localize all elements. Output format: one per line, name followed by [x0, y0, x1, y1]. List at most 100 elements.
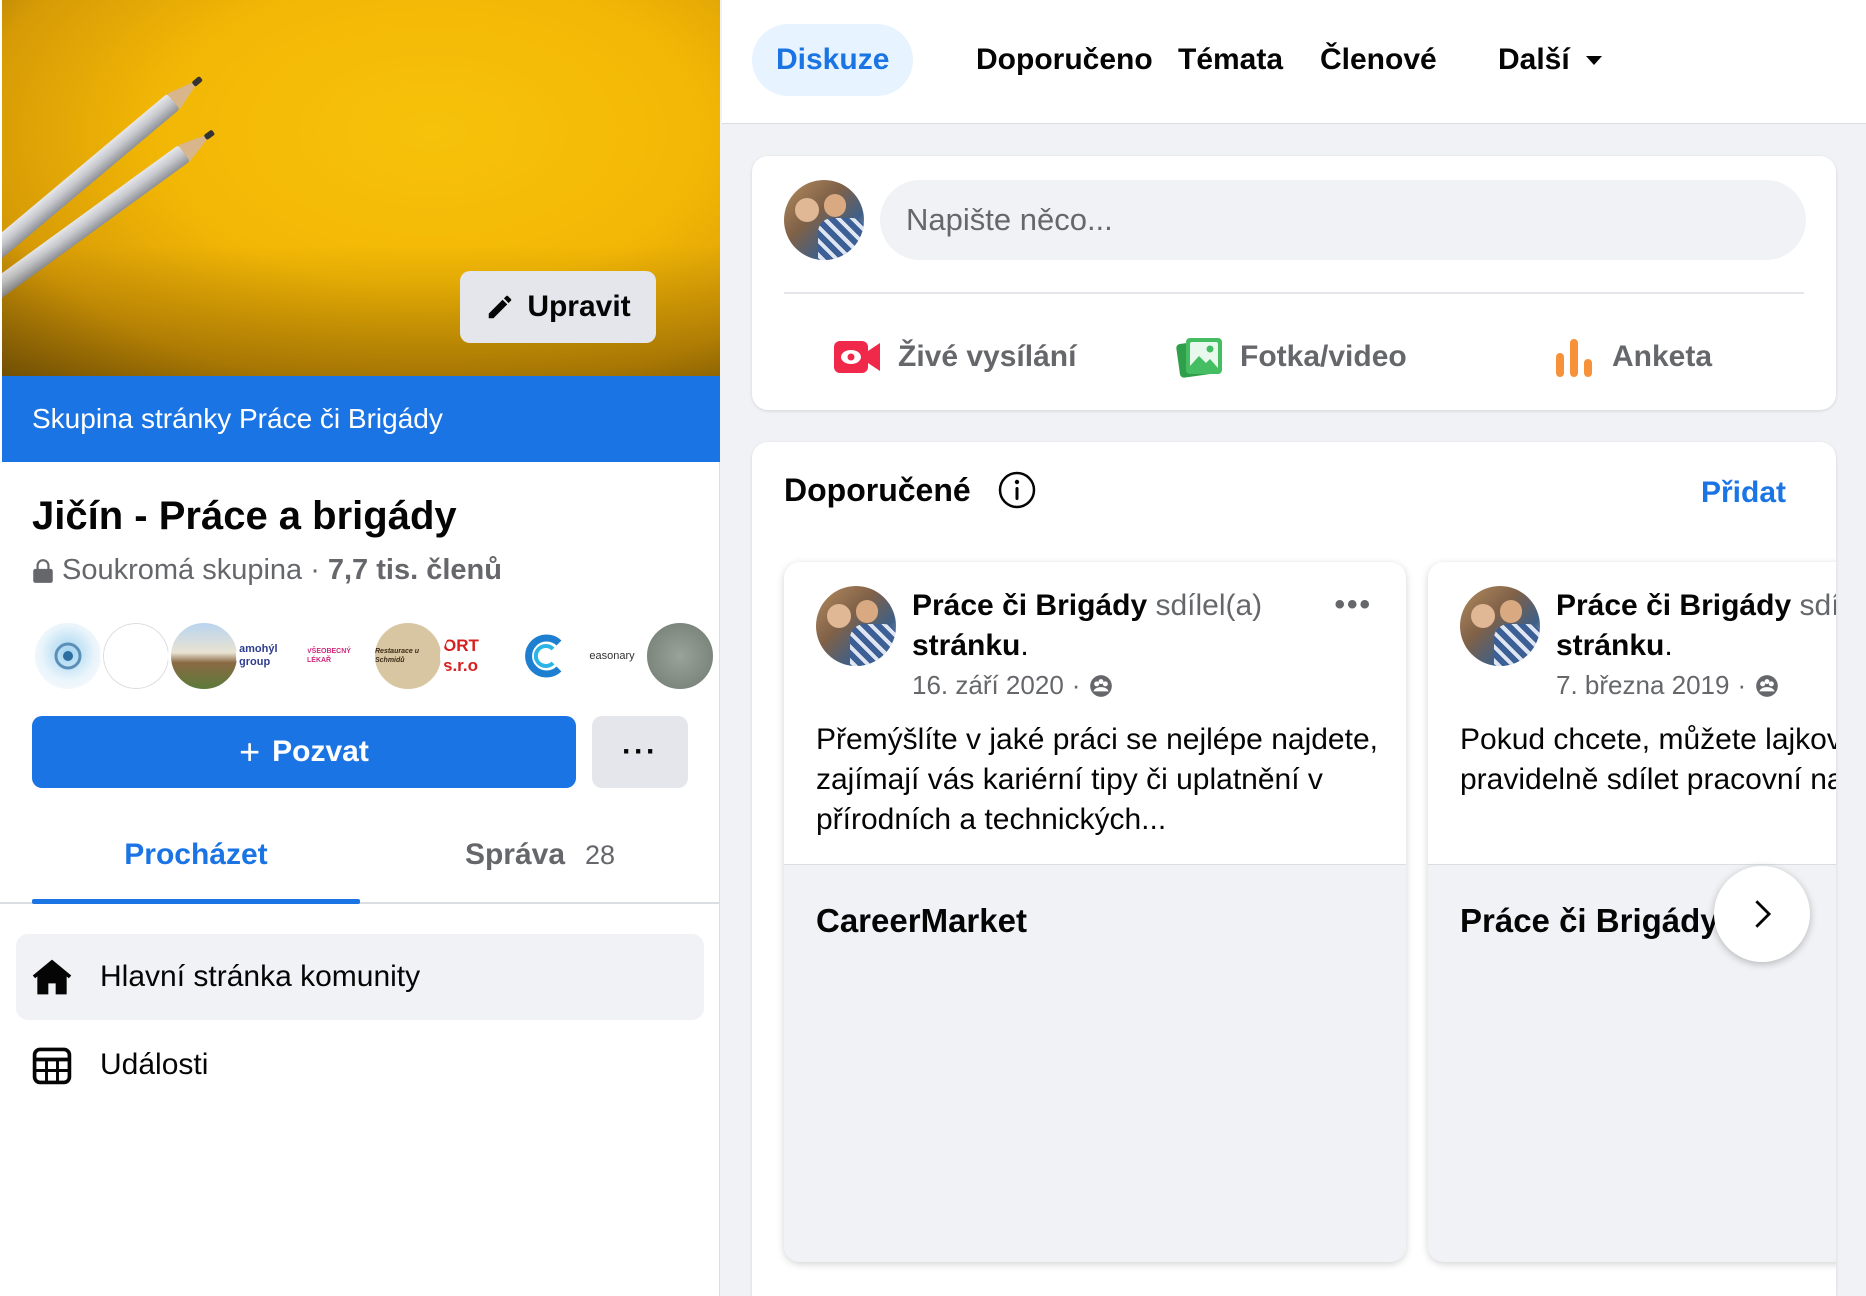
photo-video-label: Fotka/video	[1240, 340, 1407, 373]
avatar-label: amohýl group	[239, 643, 278, 668]
pencil-icon	[489, 295, 512, 319]
invite-label: Pozvat	[272, 735, 369, 768]
tab-browse[interactable]: Procházet	[32, 808, 360, 904]
poll-button[interactable]: Anketa	[1552, 324, 1712, 390]
chevron-right-icon	[1755, 900, 1772, 928]
avatar-label: Restaurace u Schmidů	[375, 648, 419, 664]
group-members-icon	[1090, 674, 1113, 697]
member-avatar[interactable]: VŠEOBECNÝ LÉKAŘ	[304, 620, 376, 692]
post-object[interactable]: stránku	[1556, 629, 1664, 662]
photo-video-button[interactable]: Fotka/video	[1176, 324, 1407, 390]
recommended-header: Doporučené	[784, 470, 1037, 510]
member-avatar[interactable]: easonary	[576, 620, 648, 692]
carousel-next-button[interactable]	[1714, 866, 1810, 962]
tab-admin-label: Správa	[464, 838, 566, 871]
sidebar-tabs: Procházet Správa 28	[0, 808, 720, 904]
live-video-label: Živé vysílání	[898, 340, 1077, 373]
poll-label: Anketa	[1612, 340, 1713, 373]
wave-logo	[525, 634, 562, 678]
post-date[interactable]: 7. března 2019	[1556, 670, 1729, 701]
post-header: Práce či Brigády sdílel(a) stránku.	[1556, 586, 1836, 666]
meta-separator: ·	[1737, 670, 1747, 700]
shared-page-name[interactable]: CareerMarket	[816, 902, 1027, 940]
tab-discussion[interactable]: Diskuze	[752, 24, 914, 96]
info-icon[interactable]	[997, 470, 1037, 510]
author-name[interactable]: Práce či Brigády	[912, 589, 1147, 622]
member-avatar[interactable]	[508, 620, 580, 692]
post-meta: 16. září 2020 ·	[912, 670, 1114, 701]
featured-post-card[interactable]: Práce či Brigády sdílel(a) stránku. ••• …	[784, 562, 1406, 1262]
member-avatar[interactable]: ORT s.r.o	[440, 620, 512, 692]
tab-label: Další	[1498, 43, 1570, 76]
author-avatar[interactable]	[816, 586, 896, 666]
avatar-label: easonary	[589, 650, 635, 662]
meta-separator: ·	[1071, 670, 1081, 700]
member-avatar[interactable]	[644, 620, 716, 692]
calendar-icon	[32, 1047, 72, 1085]
parent-page-banner[interactable]: Skupina stránky Práce či Brigády	[2, 376, 720, 462]
more-options-button[interactable]: ···	[592, 716, 688, 788]
avatar-logo	[54, 642, 82, 670]
sidebar-item-events[interactable]: Události	[16, 1022, 704, 1108]
sidebar-item-community-home[interactable]: Hlavní stránka komunity	[16, 934, 704, 1020]
edit-cover-button[interactable]: Upravit	[460, 271, 656, 343]
recommended-title: Doporučené	[784, 471, 971, 508]
sidebar-item-label: Události	[100, 1048, 209, 1081]
group-members-icon	[1756, 674, 1778, 697]
poll-icon	[1556, 339, 1592, 377]
sidebar-item-label: Hlavní stránka komunity	[100, 960, 421, 993]
tab-members[interactable]: Členové	[1296, 24, 1461, 96]
avatar-label: VŠEOBECNÝ LÉKAŘ	[307, 648, 351, 664]
post-text: Pokud chcete, můžete lajkovat naši strán…	[1460, 723, 1836, 796]
tab-label: Členové	[1320, 43, 1437, 76]
member-avatar[interactable]: Restaurace u Schmidů	[372, 620, 444, 692]
post-header: Práce či Brigády sdílel(a) stránku.	[912, 589, 1263, 662]
member-avatar[interactable]	[168, 620, 240, 692]
avatar-label: ORT s.r.o	[443, 636, 479, 675]
group-sidebar: Upravit Skupina stránky Práce či Brigády…	[0, 0, 720, 1296]
home-icon	[32, 959, 72, 995]
tab-topics[interactable]: Témata	[1154, 24, 1307, 96]
author-name[interactable]: Práce či Brigády	[1556, 589, 1791, 622]
more-dots-icon: ···	[622, 735, 658, 768]
post-input[interactable]: Napište něco...	[880, 180, 1806, 260]
photo-icon	[1176, 338, 1222, 378]
group-info: Soukromá skupina · 7,7 tis. členů	[32, 554, 502, 587]
tab-label: Témata	[1178, 43, 1284, 76]
parent-page-label: Skupina stránky Práce či Brigády	[32, 403, 443, 434]
separator: ·	[310, 554, 320, 586]
post-options-button[interactable]: •••	[1334, 588, 1372, 622]
post-object[interactable]: stránku	[912, 629, 1020, 662]
user-avatar[interactable]	[784, 180, 864, 260]
add-featured-button[interactable]: Přidat	[1701, 476, 1786, 510]
privacy-label: Soukromá skupina	[62, 554, 303, 586]
member-count[interactable]: 7,7 tis. členů	[328, 554, 502, 587]
plus-icon: +	[239, 731, 261, 772]
post-meta: 7. března 2019 ·	[1556, 670, 1780, 701]
tab-admin[interactable]: Správa 28	[376, 808, 704, 902]
lock-icon	[33, 558, 53, 583]
admin-count-badge: 28	[585, 839, 616, 870]
invite-button[interactable]: + Pozvat	[32, 716, 576, 788]
post-verb: sdílel(a)	[1799, 589, 1836, 622]
tab-label: Diskuze	[776, 43, 890, 76]
tab-featured[interactable]: Doporučeno	[952, 24, 1177, 96]
edit-cover-label: Upravit	[527, 290, 631, 323]
divider	[784, 292, 1804, 294]
live-video-icon	[834, 341, 880, 373]
member-avatar[interactable]	[100, 620, 172, 692]
post-composer: Napište něco... Živé vysílání Fotka/vide…	[752, 156, 1836, 410]
member-avatar[interactable]	[32, 620, 104, 692]
post-verb: sdílel(a)	[1155, 589, 1263, 622]
caret-down-icon	[1585, 56, 1602, 65]
member-avatar[interactable]: amohýl group	[236, 620, 308, 692]
shared-page-name[interactable]: Práce či Brigády	[1460, 902, 1719, 940]
post-text: Přemýšlíte v jaké práci se nejlépe najde…	[816, 723, 1378, 836]
live-video-button[interactable]: Živé vysílání	[832, 324, 1076, 390]
post-date[interactable]: 16. září 2020	[912, 670, 1064, 701]
group-tab-bar: Diskuze Doporučeno Témata Členové Další	[722, 0, 1866, 124]
tab-more[interactable]: Další	[1474, 24, 1628, 96]
tab-browse-label: Procházet	[124, 838, 268, 871]
author-avatar[interactable]	[1460, 586, 1540, 666]
group-name[interactable]: Jičín - Práce a brigády	[32, 494, 457, 539]
